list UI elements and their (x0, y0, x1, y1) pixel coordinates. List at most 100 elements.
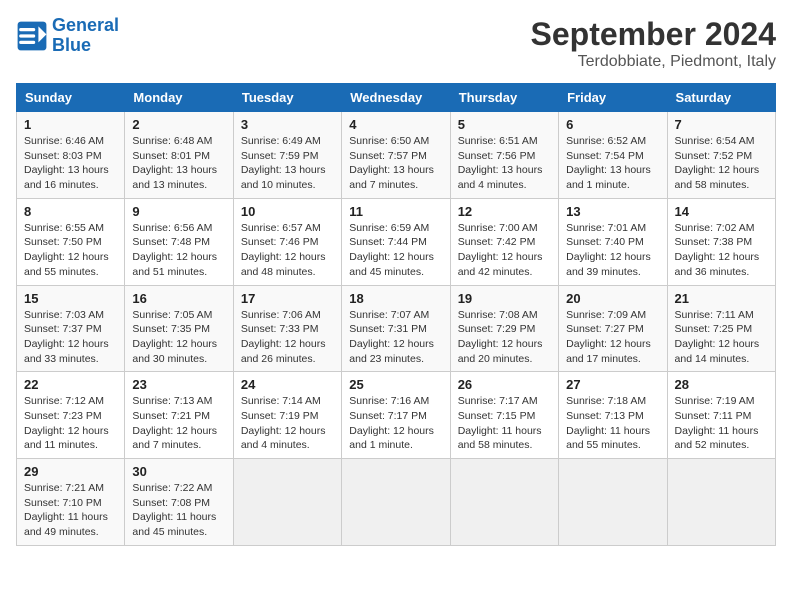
day-number: 20 (566, 291, 659, 306)
calendar-day-cell: 19Sunrise: 7:08 AMSunset: 7:29 PMDayligh… (450, 285, 558, 372)
day-info: Sunrise: 6:55 AMSunset: 7:50 PMDaylight:… (24, 221, 117, 280)
day-info: Sunrise: 6:52 AMSunset: 7:54 PMDaylight:… (566, 134, 659, 193)
day-number: 23 (132, 377, 225, 392)
logo-text: General Blue (52, 16, 119, 56)
calendar-table: SundayMondayTuesdayWednesdayThursdayFrid… (16, 83, 776, 546)
title-area: September 2024 Terdobbiate, Piedmont, It… (531, 16, 776, 71)
calendar-day-cell: 28 Sunrise: 7:19 AMSunset: 7:11 PMDayligh… (667, 372, 775, 459)
calendar-day-cell: 26 Sunrise: 7:17 AMSunset: 7:15 PMDayligh… (450, 372, 558, 459)
calendar-day-cell: 17Sunrise: 7:06 AMSunset: 7:33 PMDayligh… (233, 285, 341, 372)
day-info: Sunrise: 7:18 AMSunset: 7:13 PMDaylight:… (566, 394, 659, 453)
day-info: Sunrise: 6:54 AMSunset: 7:52 PMDaylight:… (675, 134, 768, 193)
calendar-week-row: 22 Sunrise: 7:12 AMSunset: 7:23 PMDayligh… (17, 372, 776, 459)
empty-cell (342, 459, 450, 546)
day-info: Sunrise: 7:22 AMSunset: 7:08 PMDaylight:… (132, 481, 225, 540)
day-info: Sunrise: 7:06 AMSunset: 7:33 PMDaylight:… (241, 308, 334, 367)
day-number: 3 (241, 117, 334, 132)
day-number: 22 (24, 377, 117, 392)
day-number: 6 (566, 117, 659, 132)
day-info: Sunrise: 6:46 AMSunset: 8:03 PMDaylight:… (24, 134, 117, 193)
col-header-wednesday: Wednesday (342, 84, 450, 112)
col-header-tuesday: Tuesday (233, 84, 341, 112)
day-number: 10 (241, 204, 334, 219)
calendar-day-cell: 5 Sunrise: 6:51 AMSunset: 7:56 PMDaylight… (450, 112, 558, 199)
day-info: Sunrise: 6:57 AMSunset: 7:46 PMDaylight:… (241, 221, 334, 280)
day-number: 28 (675, 377, 768, 392)
day-info: Sunrise: 7:14 AMSunset: 7:19 PMDaylight:… (241, 394, 334, 453)
day-info: Sunrise: 7:19 AMSunset: 7:11 PMDaylight:… (675, 394, 768, 453)
logo-icon (16, 20, 48, 52)
calendar-day-cell: 25Sunrise: 7:16 AMSunset: 7:17 PMDayligh… (342, 372, 450, 459)
calendar-day-cell: 2 Sunrise: 6:48 AMSunset: 8:01 PMDaylight… (125, 112, 233, 199)
day-number: 11 (349, 204, 442, 219)
day-info: Sunrise: 6:48 AMSunset: 8:01 PMDaylight:… (132, 134, 225, 193)
calendar-day-cell: 1 Sunrise: 6:46 AMSunset: 8:03 PMDaylight… (17, 112, 125, 199)
calendar-day-cell: 18Sunrise: 7:07 AMSunset: 7:31 PMDayligh… (342, 285, 450, 372)
calendar-week-row: 15Sunrise: 7:03 AMSunset: 7:37 PMDayligh… (17, 285, 776, 372)
calendar-day-cell: 11 Sunrise: 6:59 AMSunset: 7:44 PMDayligh… (342, 198, 450, 285)
day-number: 2 (132, 117, 225, 132)
calendar-day-cell: 30 Sunrise: 7:22 AMSunset: 7:08 PMDayligh… (125, 459, 233, 546)
day-info: Sunrise: 7:07 AMSunset: 7:31 PMDaylight:… (349, 308, 442, 367)
day-info: Sunrise: 7:05 AMSunset: 7:35 PMDaylight:… (132, 308, 225, 367)
day-number: 30 (132, 464, 225, 479)
calendar-day-cell: 9 Sunrise: 6:56 AMSunset: 7:48 PMDaylight… (125, 198, 233, 285)
calendar-day-cell: 4 Sunrise: 6:50 AMSunset: 7:57 PMDaylight… (342, 112, 450, 199)
day-info: Sunrise: 7:17 AMSunset: 7:15 PMDaylight:… (458, 394, 551, 453)
day-number: 26 (458, 377, 551, 392)
day-number: 4 (349, 117, 442, 132)
day-info: Sunrise: 7:12 AMSunset: 7:23 PMDaylight:… (24, 394, 117, 453)
calendar-day-cell: 3 Sunrise: 6:49 AMSunset: 7:59 PMDaylight… (233, 112, 341, 199)
col-header-saturday: Saturday (667, 84, 775, 112)
calendar-day-cell: 20 Sunrise: 7:09 AMSunset: 7:27 PMDayligh… (559, 285, 667, 372)
day-number: 1 (24, 117, 117, 132)
page-title: September 2024 (531, 16, 776, 53)
col-header-monday: Monday (125, 84, 233, 112)
col-header-thursday: Thursday (450, 84, 558, 112)
logo-general: General (52, 15, 119, 35)
day-number: 5 (458, 117, 551, 132)
calendar-day-cell: 24 Sunrise: 7:14 AMSunset: 7:19 PMDayligh… (233, 372, 341, 459)
calendar-day-cell: 6 Sunrise: 6:52 AMSunset: 7:54 PMDaylight… (559, 112, 667, 199)
calendar-day-cell: 16Sunrise: 7:05 AMSunset: 7:35 PMDayligh… (125, 285, 233, 372)
calendar-day-cell: 10 Sunrise: 6:57 AMSunset: 7:46 PMDayligh… (233, 198, 341, 285)
day-info: Sunrise: 7:13 AMSunset: 7:21 PMDaylight:… (132, 394, 225, 453)
day-info: Sunrise: 7:11 AMSunset: 7:25 PMDaylight:… (675, 308, 768, 367)
day-number: 14 (675, 204, 768, 219)
day-number: 9 (132, 204, 225, 219)
page-header: General Blue September 2024 Terdobbiate,… (16, 16, 776, 71)
calendar-day-cell: 15Sunrise: 7:03 AMSunset: 7:37 PMDayligh… (17, 285, 125, 372)
calendar-day-cell: 29Sunrise: 7:21 AMSunset: 7:10 PMDayligh… (17, 459, 125, 546)
calendar-week-row: 1 Sunrise: 6:46 AMSunset: 8:03 PMDaylight… (17, 112, 776, 199)
day-number: 29 (24, 464, 117, 479)
day-info: Sunrise: 6:50 AMSunset: 7:57 PMDaylight:… (349, 134, 442, 193)
day-number: 8 (24, 204, 117, 219)
day-number: 24 (241, 377, 334, 392)
day-info: Sunrise: 6:51 AMSunset: 7:56 PMDaylight:… (458, 134, 551, 193)
calendar-day-cell: 21 Sunrise: 7:11 AMSunset: 7:25 PMDayligh… (667, 285, 775, 372)
day-info: Sunrise: 7:01 AMSunset: 7:40 PMDaylight:… (566, 221, 659, 280)
day-number: 21 (675, 291, 768, 306)
day-info: Sunrise: 7:09 AMSunset: 7:27 PMDaylight:… (566, 308, 659, 367)
calendar-week-row: 8 Sunrise: 6:55 AMSunset: 7:50 PMDaylight… (17, 198, 776, 285)
logo: General Blue (16, 16, 119, 56)
day-info: Sunrise: 7:08 AMSunset: 7:29 PMDaylight:… (458, 308, 551, 367)
day-number: 15 (24, 291, 117, 306)
empty-cell (233, 459, 341, 546)
day-number: 7 (675, 117, 768, 132)
day-info: Sunrise: 6:49 AMSunset: 7:59 PMDaylight:… (241, 134, 334, 193)
calendar-day-cell: 8 Sunrise: 6:55 AMSunset: 7:50 PMDaylight… (17, 198, 125, 285)
calendar-day-cell: 13 Sunrise: 7:01 AMSunset: 7:40 PMDayligh… (559, 198, 667, 285)
logo-blue: Blue (52, 35, 91, 55)
day-info: Sunrise: 6:59 AMSunset: 7:44 PMDaylight:… (349, 221, 442, 280)
day-number: 12 (458, 204, 551, 219)
day-number: 13 (566, 204, 659, 219)
calendar-week-row: 29Sunrise: 7:21 AMSunset: 7:10 PMDayligh… (17, 459, 776, 546)
col-header-sunday: Sunday (17, 84, 125, 112)
calendar-day-cell: 27 Sunrise: 7:18 AMSunset: 7:13 PMDayligh… (559, 372, 667, 459)
day-info: Sunrise: 7:16 AMSunset: 7:17 PMDaylight:… (349, 394, 442, 453)
day-number: 27 (566, 377, 659, 392)
empty-cell (450, 459, 558, 546)
day-info: Sunrise: 6:56 AMSunset: 7:48 PMDaylight:… (132, 221, 225, 280)
page-subtitle: Terdobbiate, Piedmont, Italy (531, 53, 776, 71)
